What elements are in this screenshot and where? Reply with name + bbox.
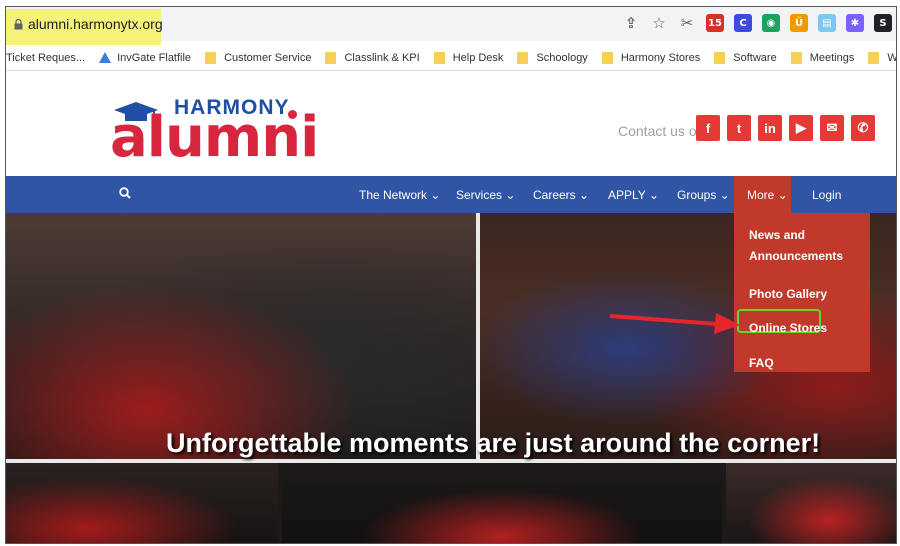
nav-groups[interactable]: Groups ⌄ <box>677 188 730 202</box>
linkedin-icon[interactable]: in <box>758 115 782 141</box>
facebook-icon[interactable]: f <box>696 115 720 141</box>
hero-photo-bottom-center <box>282 463 722 543</box>
bookmark-label: Harmony Stores <box>620 51 701 64</box>
hero-photo-bottom-right <box>726 463 896 543</box>
nav-services[interactable]: Services ⌄ <box>456 188 515 202</box>
bookmark-label: Customer Service <box>224 51 312 64</box>
bookmark-label: Help Desk <box>452 51 504 64</box>
folder-icon <box>205 51 217 64</box>
invgate-icon <box>99 52 112 63</box>
nav-login[interactable]: Login <box>812 188 841 202</box>
green-extension-icon[interactable]: ◉ <box>762 14 780 32</box>
dropdown-photo-gallery[interactable]: Photo Gallery <box>749 287 827 301</box>
bookmark-label: Meetings <box>809 51 855 64</box>
dropdown-news-line2[interactable]: Announcements <box>749 249 843 263</box>
calendar-extension-icon[interactable]: 15 <box>706 14 724 32</box>
tools-extension-icon[interactable]: ✂ <box>678 14 696 32</box>
bookmark-label: InvGate Flatfile <box>117 51 192 64</box>
bookmark-item[interactable]: Customer Service <box>205 51 312 64</box>
lock-icon[interactable] <box>14 19 23 30</box>
bookmark-label: Ticket Reques... <box>6 51 86 64</box>
contact-label: Contact us on <box>618 123 705 139</box>
folder-icon <box>790 51 802 64</box>
hero-caption: Unforgettable moments are just around th… <box>166 428 821 458</box>
folder-icon <box>601 51 613 64</box>
nav-apply[interactable]: APPLY ⌄ <box>608 188 659 202</box>
bookmark-label: Websites <box>887 51 897 64</box>
email-icon[interactable]: ✉ <box>820 115 844 141</box>
s-extension-icon[interactable]: S <box>874 14 892 32</box>
annotation-arrow-icon <box>609 313 740 334</box>
url-text[interactable]: alumni.harmonytx.org <box>28 16 163 32</box>
star-icon[interactable]: ☆ <box>650 14 668 32</box>
logo-dot <box>288 110 297 119</box>
folder-icon <box>325 51 337 64</box>
bookmark-item[interactable]: Ticket Reques... <box>6 52 85 64</box>
youtube-icon[interactable]: ▶ <box>789 115 813 141</box>
dropdown-faq[interactable]: FAQ <box>749 356 774 370</box>
logo-alumni-text: alumni <box>110 105 319 170</box>
bookmarks-bar: Ticket Reques... InvGate Flatfile Customer… <box>6 45 897 71</box>
site-header: HARMONY alumni Contact us on f t in ▶ ✉ ✆ <box>6 72 896 176</box>
folder-icon <box>714 51 726 64</box>
bookmark-label: Schoology <box>536 51 588 64</box>
address-bar[interactable]: alumni.harmonytx.org ⇪ ☆ ✂ 15 C ◉ Ü ▤ ✱ S <box>6 7 896 45</box>
bookmark-item[interactable]: Websites <box>868 51 897 64</box>
nav-the-network[interactable]: The Network ⌄ <box>359 188 440 202</box>
main-nav: The Network ⌄ Services ⌄ Careers ⌄ APPLY… <box>6 176 896 213</box>
bookmark-item[interactable]: Software <box>714 51 777 64</box>
harmony-alumni-logo[interactable]: HARMONY alumni <box>110 96 319 166</box>
dropdown-news-line1[interactable]: News and <box>749 228 805 242</box>
twitter-icon[interactable]: t <box>727 115 751 141</box>
bookmark-label: Software <box>733 51 777 64</box>
browser-window: alumni.harmonytx.org ⇪ ☆ ✂ 15 C ◉ Ü ▤ ✱ S Ticket … <box>5 6 897 544</box>
bookmark-item[interactable]: Meetings <box>790 51 855 64</box>
search-icon[interactable] <box>119 187 131 199</box>
hero-photo-bottom-left <box>6 463 278 543</box>
dropdown-online-stores[interactable]: Online Stores <box>749 321 827 335</box>
folder-icon <box>517 51 529 64</box>
notes-extension-icon[interactable]: ▤ <box>818 14 836 32</box>
hero-photo-left <box>6 213 476 459</box>
extension-toolbar: ⇪ ☆ ✂ 15 C ◉ Ü ▤ ✱ S <box>622 14 892 32</box>
nav-careers[interactable]: Careers ⌄ <box>533 188 589 202</box>
social-links: f t in ▶ ✉ ✆ <box>696 115 875 141</box>
bookmark-item[interactable]: InvGate Flatfile <box>99 52 191 64</box>
hero-divider-vertical <box>476 213 480 459</box>
bookmark-item[interactable]: Help Desk <box>433 51 504 64</box>
folder-icon <box>433 51 445 64</box>
bookmark-item[interactable]: Schoology <box>517 51 588 64</box>
bookmark-item[interactable]: Classlink & KPI <box>325 51 420 64</box>
share-icon[interactable]: ⇪ <box>622 14 640 32</box>
more-dropdown-menu: News and Announcements Photo Gallery Onl… <box>734 213 870 372</box>
bookmark-item[interactable]: Harmony Stores <box>601 51 701 64</box>
hero-divider-horizontal <box>6 459 896 463</box>
bookmark-label: Classlink & KPI <box>344 51 420 64</box>
nav-more[interactable]: More ⌄ <box>747 188 788 202</box>
c-extension-icon[interactable]: C <box>734 14 752 32</box>
folder-icon <box>868 51 880 64</box>
puzzle-extension-icon[interactable]: ✱ <box>846 14 864 32</box>
hook-extension-icon[interactable]: Ü <box>790 14 808 32</box>
phone-icon[interactable]: ✆ <box>851 115 875 141</box>
